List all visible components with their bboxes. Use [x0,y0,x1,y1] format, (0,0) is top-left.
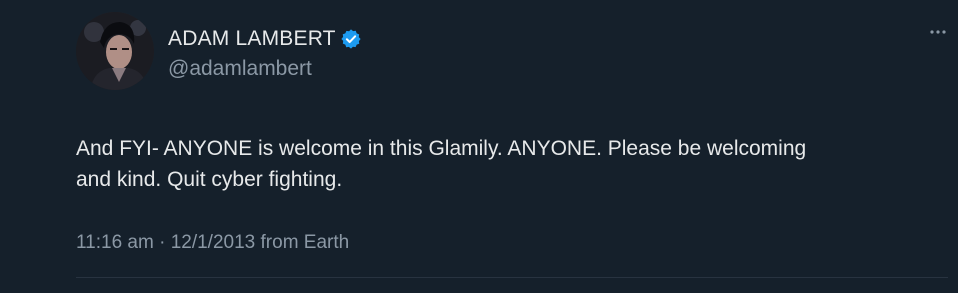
author-name-row: ADAM LAMBERT [168,26,362,52]
tweet-source: from Earth [260,232,350,253]
tweet-text-line-2: and kind. Quit cyber fighting. [76,168,343,191]
avatar-photo [76,12,154,90]
tweet-card: ADAM LAMBERT @adamlambert And FYI- ANYON… [0,0,958,293]
verified-badge-icon [340,28,362,50]
tweet-text-line-1: And FYI- ANYONE is welcome in this Glami… [76,137,807,160]
tweet-metadata: 11:16 am · 12/1/2013 from Earth [76,232,349,254]
display-name[interactable]: ADAM LAMBERT [168,27,336,51]
author-handle[interactable]: @adamlambert [168,57,312,81]
avatar[interactable] [76,12,154,90]
more-options-icon[interactable] [928,24,948,40]
tweet-time[interactable]: 11:16 am [76,232,154,253]
meta-separator: · [159,232,166,253]
divider [76,277,948,278]
tweet-date[interactable]: 12/1/2013 [171,232,256,253]
tweet-text: And FYI- ANYONE is welcome in this Glami… [76,133,956,195]
